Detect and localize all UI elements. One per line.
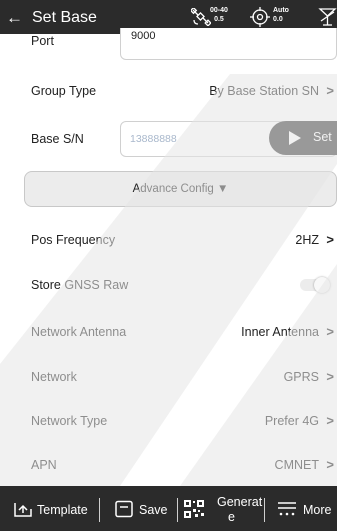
set-button-label: Set <box>313 130 332 144</box>
play-icon <box>289 131 301 145</box>
network-type-row[interactable]: Network Type Prefer 4G > <box>0 408 337 434</box>
network-label: Network <box>31 370 77 384</box>
network-value: GPRS <box>283 370 319 384</box>
chevron-right-icon: > <box>326 413 334 428</box>
advance-config-button[interactable]: Advance Config ▼ <box>24 171 337 207</box>
antenna-icon <box>318 8 337 26</box>
apn-label: APN <box>31 458 57 472</box>
save-icon <box>115 500 133 518</box>
pos-frequency-row[interactable]: Pos Frequency 2HZ > <box>0 228 337 254</box>
chevron-right-icon: > <box>326 232 334 247</box>
port-label: Port <box>31 34 54 48</box>
menu-icon <box>278 502 296 516</box>
apn-row[interactable]: APN CMNET > <box>0 452 337 478</box>
group-type-value: By Base Station SN <box>209 84 319 98</box>
advance-config-label: Advance Config ▼ <box>132 183 229 195</box>
group-type-row[interactable]: Group Type By Base Station SN > <box>0 76 337 108</box>
network-antenna-value: Inner Antenna <box>241 325 319 339</box>
fix-status: Auto 0.0 <box>273 7 289 23</box>
store-gnss-raw-row: Store GNSS Raw <box>0 271 337 299</box>
group-type-label: Group Type <box>31 84 97 98</box>
network-type-label: Network Type <box>31 414 108 428</box>
toolbar-divider <box>99 498 100 522</box>
generate-label-line1: Generat <box>217 495 263 509</box>
template-label: Template <box>37 503 88 517</box>
crosshair-target-icon <box>250 7 270 27</box>
network-antenna-label: Network Antenna <box>31 325 127 339</box>
satellite-icon <box>191 8 211 26</box>
toolbar-divider <box>177 498 178 522</box>
store-gnss-raw-label: Store GNSS Raw <box>31 278 129 292</box>
save-button[interactable]: Save <box>104 486 176 531</box>
apn-value: CMNET <box>274 458 319 472</box>
network-type-value: Prefer 4G <box>264 414 319 428</box>
chevron-right-icon: > <box>326 457 334 472</box>
set-button[interactable]: Set <box>269 121 337 155</box>
more-label: More <box>303 503 332 517</box>
bottom-toolbar: Template Save Generat e More <box>0 486 337 531</box>
more-button[interactable]: More <box>268 486 337 531</box>
network-antenna-row[interactable]: Network Antenna Inner Antenna > <box>0 319 337 345</box>
base-sn-label: Base S/N <box>31 132 84 146</box>
port-value: 9000 <box>131 30 156 42</box>
chevron-right-icon: > <box>326 83 334 98</box>
satellite-count: 00-40 0.5 <box>210 7 228 23</box>
page-title: Set Base <box>32 9 97 26</box>
template-icon <box>14 503 32 517</box>
save-label: Save <box>139 503 168 517</box>
qr-code-icon <box>184 500 204 518</box>
pos-frequency-label: Pos Frequency <box>31 233 116 247</box>
toolbar-divider <box>264 498 265 522</box>
base-sn-value: 13888888 <box>130 133 177 145</box>
network-row[interactable]: Network GPRS > <box>0 364 337 390</box>
chevron-right-icon: > <box>326 324 334 339</box>
chevron-right-icon: > <box>326 369 334 384</box>
generate-label-line2: e <box>228 510 235 524</box>
port-input[interactable]: 9000 <box>120 28 337 60</box>
back-arrow-icon[interactable]: ← <box>6 9 23 26</box>
template-button[interactable]: Template <box>0 486 88 531</box>
generate-button[interactable]: Generat e <box>180 486 262 531</box>
pos-frequency-value: 2HZ <box>295 233 319 247</box>
toggle-knob[interactable] <box>314 277 330 293</box>
